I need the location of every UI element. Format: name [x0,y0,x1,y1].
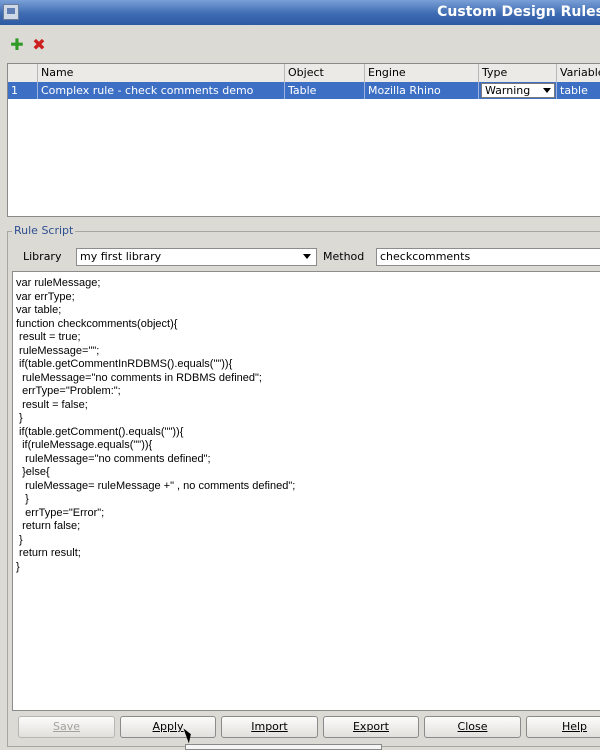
method-value: checkcomments [380,250,471,263]
index-column-header [8,64,38,82]
plus-icon[interactable]: ✚ [9,37,25,53]
title-bar: Custom Design Rules [0,0,600,25]
row-index: 1 [8,82,38,99]
apply-button[interactable]: Apply [120,716,216,738]
rule-script-editor[interactable]: var ruleMessage; var errType; var table;… [12,271,600,711]
chevron-down-icon [303,254,311,259]
delete-x-icon[interactable]: ✖ [31,37,47,53]
window-title: Custom Design Rules [437,4,600,20]
rule-name-cell[interactable]: Complex rule - check comments demo [38,82,285,99]
rule-script-legend: Rule Script [12,224,76,237]
object-cell[interactable]: Table [285,82,365,99]
chevron-down-icon [543,88,551,93]
help-button[interactable]: Help [526,716,600,738]
type-cell[interactable]: Warning [479,82,557,99]
library-label: Library [23,250,62,263]
column-header-variable[interactable]: Variable [557,64,600,82]
column-header-object[interactable]: Object [285,64,365,82]
method-label: Method [323,250,365,263]
close-button[interactable]: Close [424,716,521,738]
rules-table: Name Object Engine Type Variable 1 Compl… [7,63,600,217]
library-value: my first library [80,250,162,263]
variable-cell[interactable]: table [557,82,600,99]
type-dropdown[interactable]: Warning [481,83,555,98]
library-select[interactable]: my first library [76,248,317,266]
method-field[interactable]: checkcomments [376,248,600,266]
tooltip [185,744,382,750]
column-header-name[interactable]: Name [38,64,285,82]
column-header-type[interactable]: Type [479,64,557,82]
app-icon [3,4,19,20]
save-button[interactable]: Save [18,716,115,738]
table-row[interactable]: 1 Complex rule - check comments demo Tab… [8,82,600,99]
export-button[interactable]: Export [323,716,419,738]
engine-cell[interactable]: Mozilla Rhino [365,82,479,99]
table-header: Name Object Engine Type Variable [8,64,600,83]
import-button[interactable]: Import [221,716,318,738]
column-header-engine[interactable]: Engine [365,64,479,82]
type-value: Warning [485,84,531,97]
